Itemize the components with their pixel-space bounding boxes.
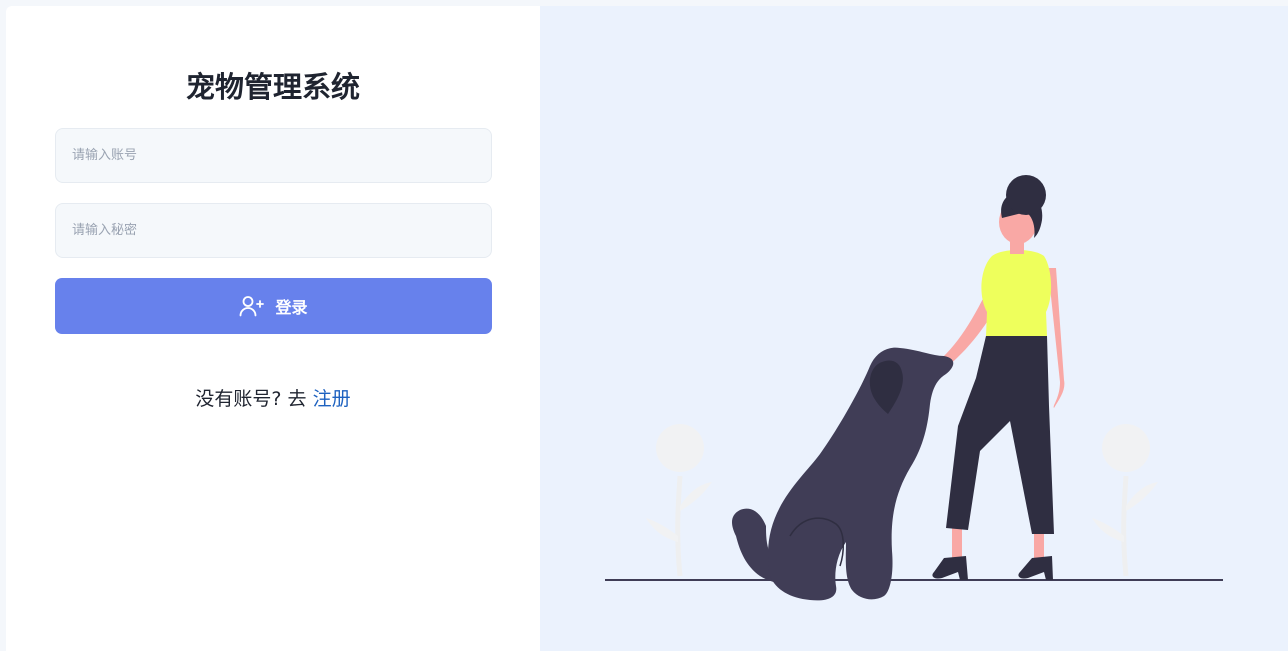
account-input[interactable] bbox=[56, 129, 491, 182]
woman-figure bbox=[932, 175, 1065, 580]
dog-figure bbox=[732, 347, 954, 601]
password-field[interactable] bbox=[55, 203, 492, 258]
register-row: 没有账号? 去 注册 bbox=[6, 384, 540, 411]
register-link[interactable]: 注册 bbox=[313, 388, 351, 410]
user-plus-icon bbox=[239, 295, 265, 317]
plant-right-illustration bbox=[1092, 424, 1158, 577]
login-page: 宠物管理系统 登录 没有账号? 去 注册 bbox=[6, 6, 1288, 651]
login-panel: 宠物管理系统 登录 没有账号? 去 注册 bbox=[6, 6, 540, 651]
register-prompt: 没有账号? 去 bbox=[195, 388, 307, 410]
login-button-label: 登录 bbox=[275, 298, 308, 317]
woman-with-dog-illustration bbox=[605, 175, 1223, 601]
account-field[interactable] bbox=[55, 128, 492, 183]
password-input[interactable] bbox=[56, 204, 491, 257]
plant-left-illustration bbox=[646, 424, 712, 577]
illustration-panel bbox=[540, 6, 1288, 651]
app-title: 宠物管理系统 bbox=[185, 70, 360, 104]
login-button[interactable]: 登录 bbox=[55, 278, 492, 334]
